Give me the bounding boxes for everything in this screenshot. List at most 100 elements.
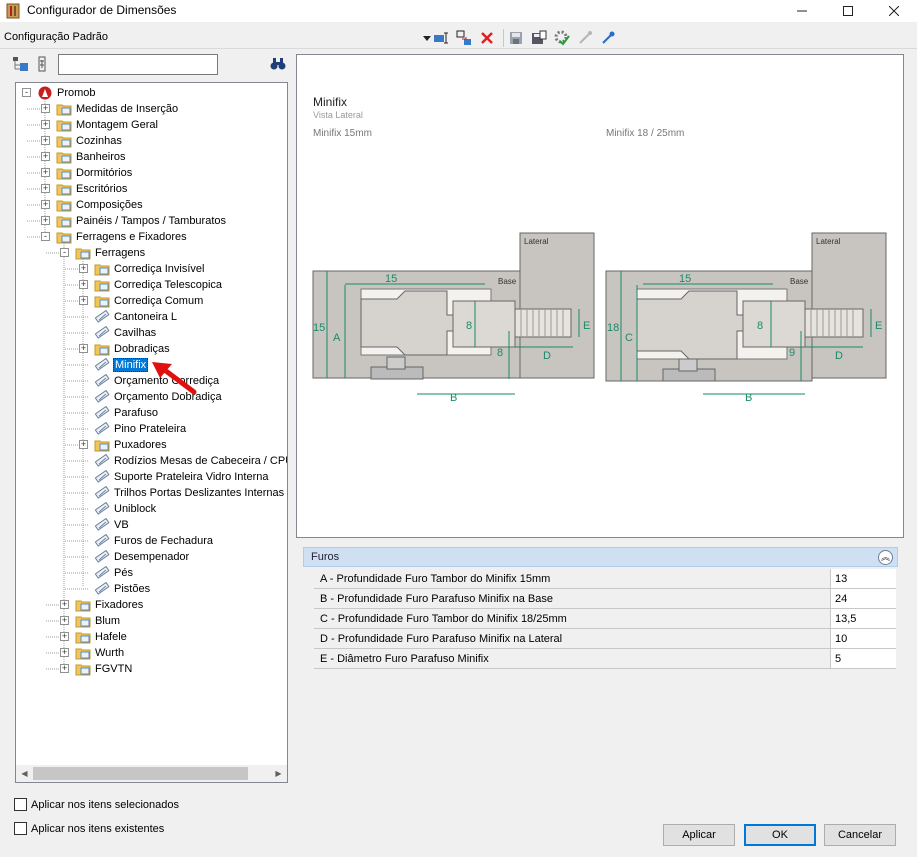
expand-node-icon[interactable]: +	[41, 104, 50, 113]
property-value-field[interactable]: 24	[830, 589, 896, 608]
apply-selected-checkbox[interactable]	[14, 798, 27, 811]
tree-node[interactable]: Hafele	[75, 629, 128, 645]
tree-node[interactable]: Furos de Fechadura	[94, 533, 214, 549]
tree-node[interactable]: Dobradiças	[94, 341, 171, 357]
connect-disabled-icon[interactable]	[576, 29, 594, 47]
expand-all-icon[interactable]	[12, 56, 30, 72]
preview-panel: Minifix Vista Lateral Minifix 15mm Minif…	[296, 54, 904, 538]
save-as-icon[interactable]	[530, 29, 548, 47]
expand-node-icon[interactable]: +	[60, 600, 69, 609]
ok-button[interactable]: OK	[744, 824, 816, 846]
tree-node[interactable]: Cantoneira L	[94, 309, 178, 325]
tree-node[interactable]: Puxadores	[94, 437, 168, 453]
insert-dimension-icon[interactable]	[432, 29, 450, 47]
tree-node[interactable]: Minifix	[94, 357, 149, 373]
tree-node[interactable]: Cozinhas	[56, 133, 123, 149]
tree-node[interactable]: Parafuso	[94, 405, 159, 421]
tree-node[interactable]: Corrediça Invisível	[94, 261, 205, 277]
delete-icon[interactable]	[478, 29, 496, 47]
expand-node-icon[interactable]: +	[79, 264, 88, 273]
expand-node-icon[interactable]: +	[79, 440, 88, 449]
tree-node[interactable]: Desempenador	[94, 549, 190, 565]
expand-node-icon[interactable]: +	[41, 184, 50, 193]
tree-node[interactable]: VB	[94, 517, 130, 533]
tree-node[interactable]: Wurth	[75, 645, 125, 661]
folder-icon	[75, 632, 91, 644]
folder-icon	[75, 248, 91, 260]
tree-view[interactable]: - Promob + Medidas de Inserção + Montagem Ger…	[15, 82, 288, 783]
horizontal-scrollbar[interactable]: ◀ ▶	[16, 765, 287, 782]
tree-node[interactable]: Uniblock	[94, 501, 157, 517]
property-value-field[interactable]: 13	[830, 569, 896, 588]
expand-node-icon[interactable]: +	[79, 280, 88, 289]
tree-node[interactable]: Medidas de Inserção	[56, 101, 179, 117]
expand-node-icon[interactable]: +	[60, 632, 69, 641]
tree-node[interactable]: Ferragens e Fixadores	[56, 229, 188, 245]
expand-node-icon[interactable]: +	[79, 344, 88, 353]
tree-node[interactable]: Fixadores	[75, 597, 144, 613]
scrollbar-thumb[interactable]	[33, 767, 248, 780]
apply-settings-icon[interactable]	[553, 29, 571, 47]
collapse-node-icon[interactable]: -	[41, 232, 50, 241]
tree-node[interactable]: Pés	[94, 565, 134, 581]
tree-node[interactable]: FGVTN	[75, 661, 133, 677]
scroll-left-icon[interactable]: ◀	[16, 765, 33, 782]
tree-node-label: Ferragens e Fixadores	[76, 231, 187, 243]
apply-existing-checkbox[interactable]	[14, 822, 27, 835]
property-value-field[interactable]: 13,5	[830, 609, 896, 628]
property-value-field[interactable]: 5	[830, 649, 896, 668]
expand-node-icon[interactable]: +	[79, 296, 88, 305]
tree-node[interactable]: Cavilhas	[94, 325, 157, 341]
tree-node[interactable]: Banheiros	[56, 149, 127, 165]
lateral-label: Lateral	[524, 237, 549, 246]
tree-node[interactable]: Suporte Prateleira Vidro Interna	[94, 469, 270, 485]
maximize-button[interactable]	[825, 0, 871, 22]
tree-node[interactable]: Montagem Geral	[56, 117, 159, 133]
apply-selected-label: Aplicar nos itens selecionados	[31, 799, 179, 811]
folder-icon	[94, 344, 110, 356]
tree-node[interactable]: Corrediça Comum	[94, 293, 204, 309]
tree-node[interactable]: Promob	[37, 85, 97, 101]
tree-node[interactable]: Dormitórios	[56, 165, 133, 181]
tree-node[interactable]: Rodízios Mesas de Cabeceira / CPU	[94, 453, 287, 469]
tree-node[interactable]: Pino Prateleira	[94, 421, 187, 437]
tree-node[interactable]: Pistões	[94, 581, 151, 597]
dimension-item-icon	[94, 422, 110, 435]
tree-node[interactable]: Ferragens	[75, 245, 146, 261]
property-value-field[interactable]: 10	[830, 629, 896, 648]
move-item-icon[interactable]	[455, 29, 473, 47]
tree-node-label: Suporte Prateleira Vidro Interna	[114, 471, 269, 483]
collapse-all-icon[interactable]	[38, 56, 52, 72]
expand-node-icon[interactable]: +	[41, 136, 50, 145]
minimize-button[interactable]	[779, 0, 825, 22]
collapse-node-icon[interactable]: -	[60, 248, 69, 257]
tree-node[interactable]: Escritórios	[56, 181, 128, 197]
tree-node[interactable]: Composições	[56, 197, 144, 213]
expand-node-icon[interactable]: +	[60, 664, 69, 673]
apply-button[interactable]: Aplicar	[663, 824, 735, 846]
close-window-button[interactable]	[871, 0, 917, 22]
collapse-node-icon[interactable]: -	[22, 88, 31, 97]
collapse-chevron-icon[interactable]: ︽	[878, 550, 893, 565]
scroll-right-icon[interactable]: ▶	[270, 765, 287, 782]
tree-node[interactable]: Trilhos Portas Deslizantes Internas L	[94, 485, 287, 501]
cancel-button[interactable]: Cancelar	[824, 824, 896, 846]
expand-node-icon[interactable]: +	[41, 168, 50, 177]
expand-node-icon[interactable]: +	[41, 200, 50, 209]
save-icon[interactable]	[507, 29, 525, 47]
promob-logo-icon	[38, 86, 52, 100]
furos-section-header[interactable]: Furos ︽	[303, 547, 898, 567]
right-letter-e: E	[875, 320, 882, 332]
tree-node-label: Desempenador	[114, 551, 190, 563]
tree-node[interactable]: Blum	[75, 613, 121, 629]
expand-node-icon[interactable]: +	[41, 152, 50, 161]
expand-node-icon[interactable]: +	[60, 648, 69, 657]
tree-node[interactable]: Painéis / Tampos / Tamburatos	[56, 213, 227, 229]
expand-node-icon[interactable]: +	[41, 216, 50, 225]
tree-search-input[interactable]	[58, 54, 218, 75]
tree-node[interactable]: Corrediça Telescopica	[94, 277, 223, 293]
expand-node-icon[interactable]: +	[41, 120, 50, 129]
connect-icon[interactable]	[599, 29, 617, 47]
find-binoculars-icon[interactable]	[270, 57, 286, 71]
expand-node-icon[interactable]: +	[60, 616, 69, 625]
